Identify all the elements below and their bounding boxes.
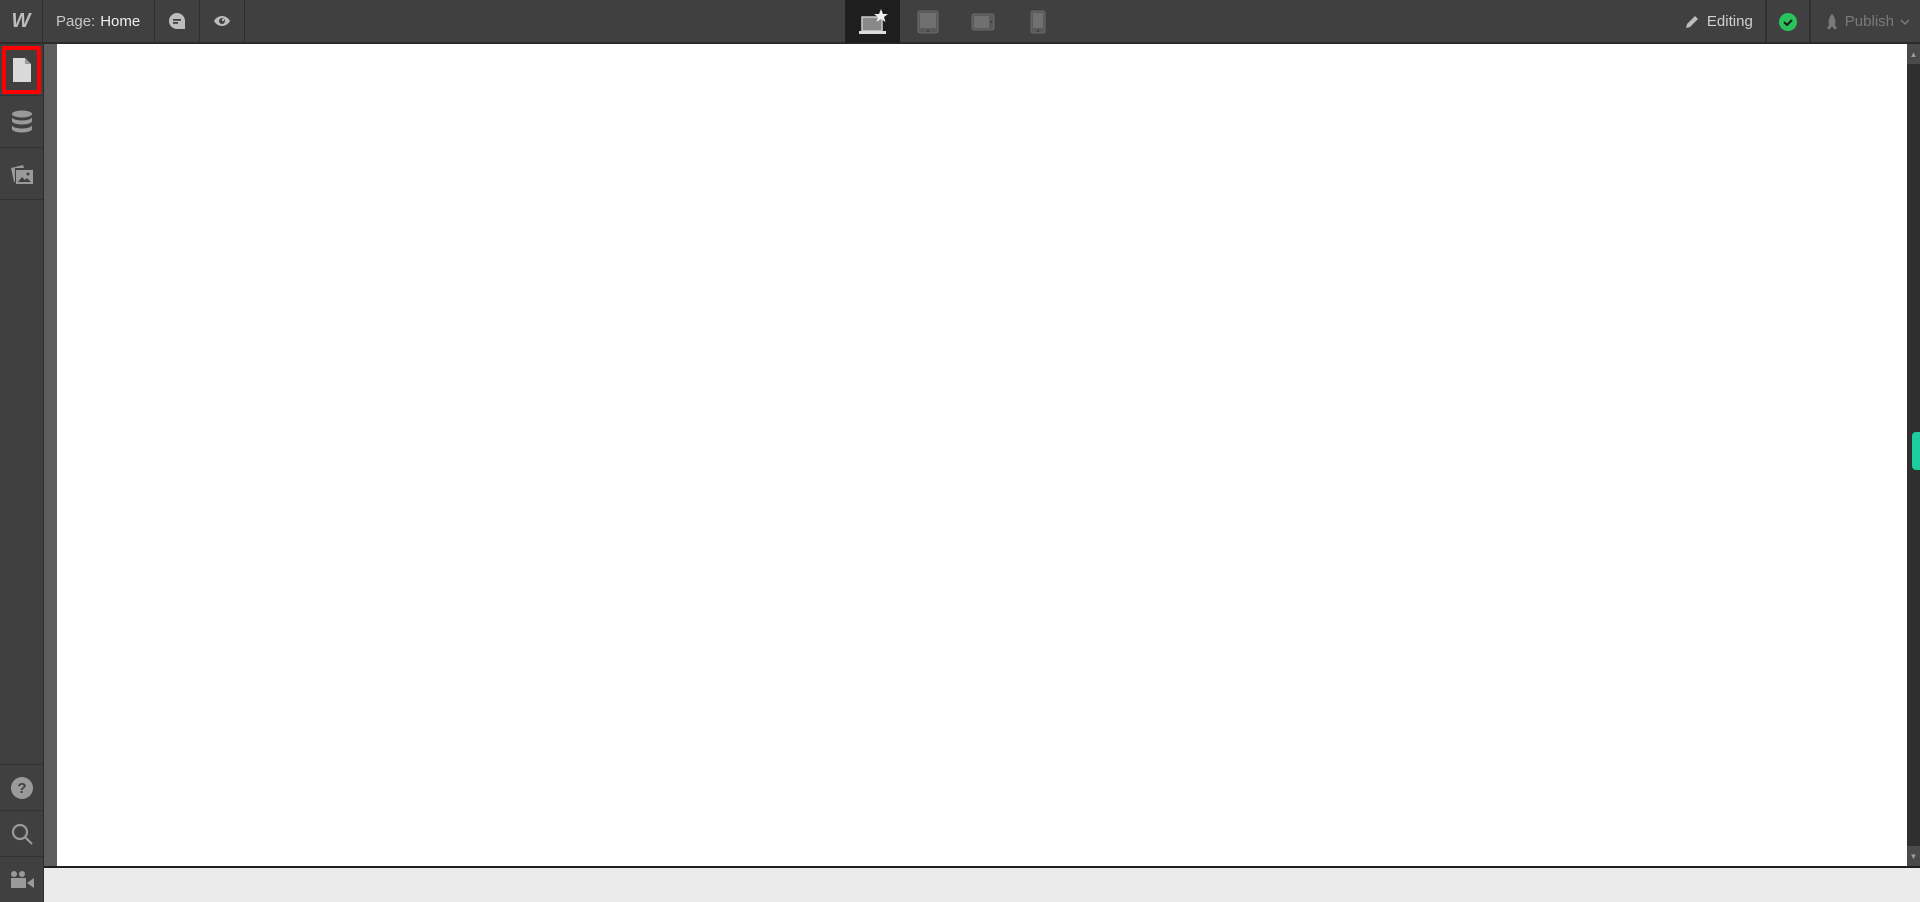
sidebar-item-help[interactable]: ? bbox=[0, 764, 43, 810]
side-panel-handle[interactable] bbox=[1912, 432, 1920, 470]
logo-icon: W bbox=[11, 9, 31, 32]
topbar-right: Editing Publish bbox=[1660, 0, 1920, 43]
database-icon bbox=[11, 110, 32, 132]
chevron-down-icon bbox=[1900, 18, 1910, 25]
mode-label: Editing bbox=[1706, 13, 1753, 30]
sidebar-bottom: ? bbox=[0, 764, 43, 902]
arrow-down-icon: ▼ bbox=[1909, 851, 1918, 861]
page-prefix: Page: bbox=[56, 12, 96, 30]
arrow-up-icon: ▲ bbox=[1909, 49, 1918, 59]
design-canvas[interactable] bbox=[57, 44, 1907, 866]
sidebar-item-assets[interactable] bbox=[0, 148, 43, 200]
breakpoint-mobile-landscape[interactable] bbox=[955, 0, 1010, 43]
sidebar-item-search[interactable] bbox=[0, 810, 43, 856]
tablet-icon bbox=[917, 10, 938, 33]
page-selector[interactable]: Page: Home bbox=[43, 0, 156, 43]
publish-button[interactable]: Publish bbox=[1809, 0, 1920, 43]
help-icon: ? bbox=[10, 776, 33, 799]
comment-icon bbox=[169, 13, 186, 29]
svg-text:?: ? bbox=[17, 780, 26, 797]
breakpoint-switcher bbox=[845, 0, 1065, 43]
top-bar: W Page: Home Editing Publish bbox=[0, 0, 1920, 43]
rocket-icon bbox=[1826, 13, 1837, 29]
canvas-scrollbar[interactable]: ▲ ▼ bbox=[1907, 44, 1920, 866]
webflow-logo-button[interactable]: W bbox=[0, 0, 43, 43]
preview-button[interactable] bbox=[200, 0, 246, 43]
phone-portrait-icon bbox=[1030, 10, 1045, 33]
search-icon bbox=[11, 823, 33, 845]
phone-landscape-icon bbox=[971, 13, 994, 30]
canvas-gutter bbox=[44, 44, 57, 866]
breakpoint-tablet[interactable] bbox=[900, 0, 955, 43]
scroll-up-button[interactable]: ▲ bbox=[1907, 44, 1920, 64]
page-name: Home bbox=[100, 12, 141, 30]
left-sidebar: ? bbox=[0, 44, 44, 902]
pencil-icon bbox=[1685, 15, 1698, 28]
comments-button[interactable] bbox=[155, 0, 201, 43]
save-status[interactable] bbox=[1765, 0, 1810, 43]
video-camera-icon bbox=[10, 870, 34, 888]
eye-icon bbox=[214, 16, 231, 26]
scroll-down-button[interactable]: ▼ bbox=[1907, 846, 1920, 866]
mode-toggle[interactable]: Editing bbox=[1660, 0, 1766, 43]
sidebar-item-video-tutorials[interactable] bbox=[0, 856, 43, 902]
check-circle-icon bbox=[1778, 12, 1797, 31]
page-icon bbox=[12, 57, 31, 82]
bottom-bar bbox=[44, 866, 1920, 902]
breakpoint-desktop-base[interactable] bbox=[845, 0, 900, 43]
images-icon bbox=[10, 164, 33, 184]
sidebar-item-pages[interactable] bbox=[0, 44, 43, 96]
breakpoint-mobile-portrait[interactable] bbox=[1010, 0, 1065, 43]
laptop-star-icon bbox=[858, 8, 888, 34]
publish-label: Publish bbox=[1844, 13, 1894, 30]
sidebar-item-cms[interactable] bbox=[0, 96, 43, 148]
